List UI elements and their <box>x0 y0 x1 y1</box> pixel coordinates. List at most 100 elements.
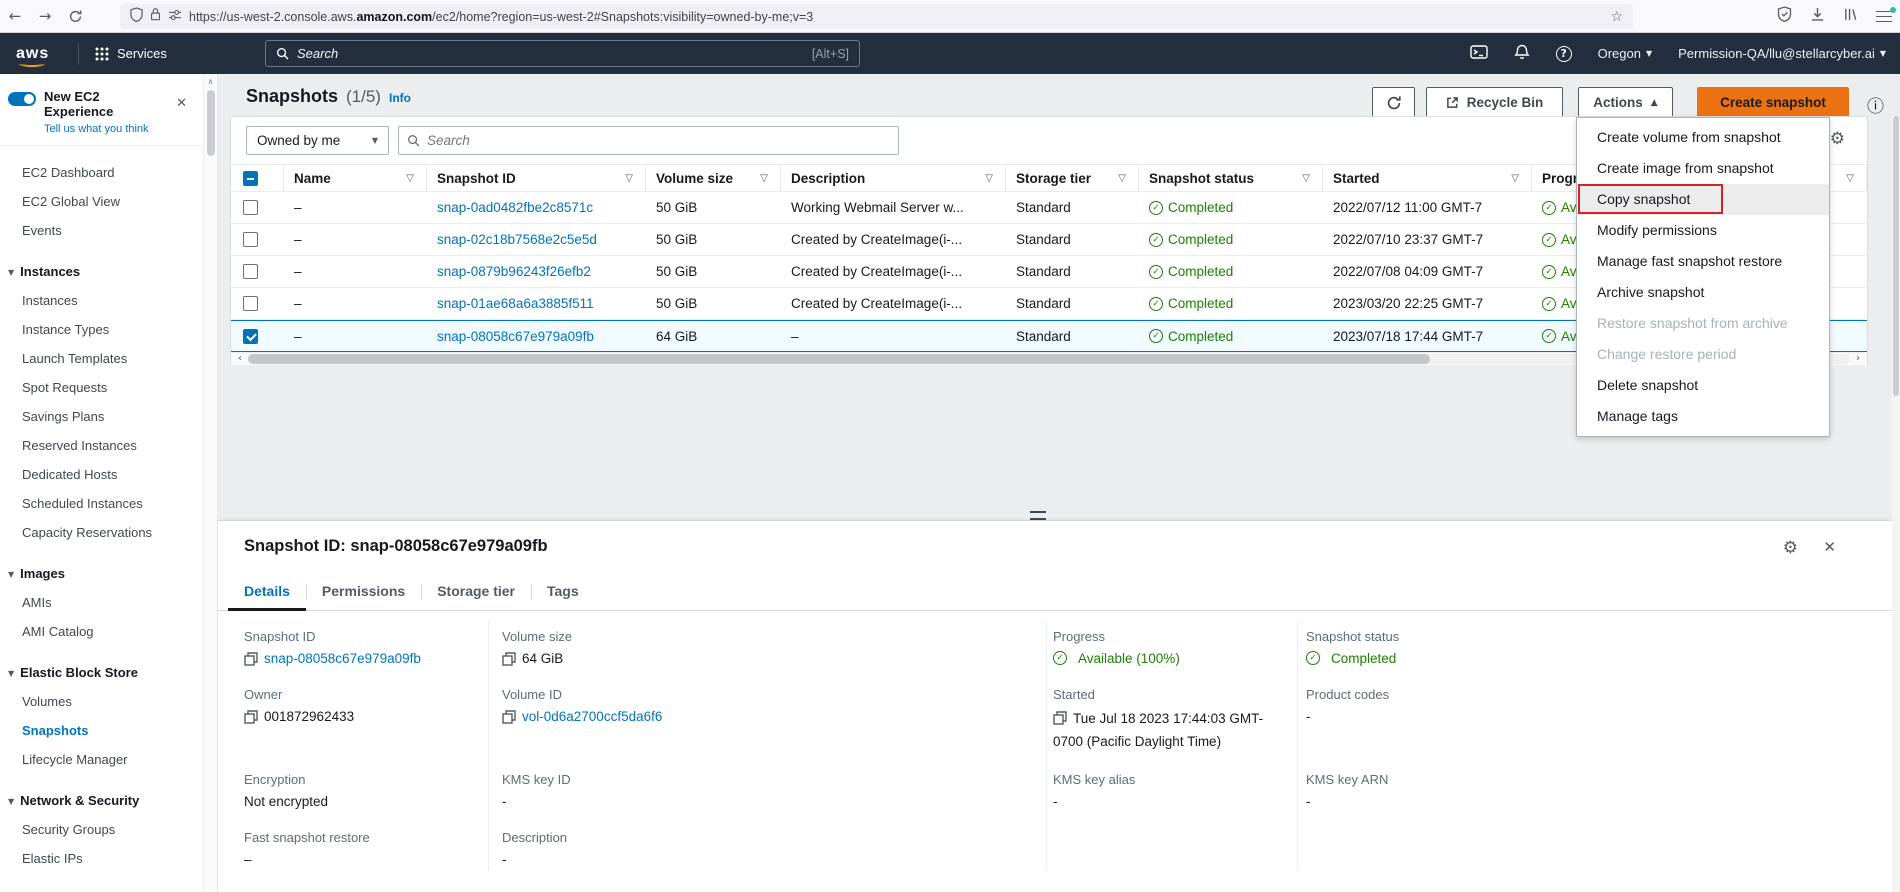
scrollbar-thumb[interactable] <box>248 354 1430 364</box>
volume-id-link[interactable]: vol-0d6a2700ccf5da6f6 <box>522 709 662 724</box>
help-icon[interactable]: ? <box>1556 46 1572 62</box>
scrollbar-thumb[interactable] <box>207 90 215 156</box>
sidebar-scrollbar[interactable]: ∧ <box>204 74 218 892</box>
sidebar-item-launch-templates[interactable]: Launch Templates <box>0 344 203 373</box>
sidebar-item-scheduled-instances[interactable]: Scheduled Instances <box>0 489 203 518</box>
snapshot-id-link[interactable]: snap-0ad0482fbe2c8571c <box>437 200 593 215</box>
snapshot-id-link[interactable]: snap-01ae68a6a3885f511 <box>437 296 594 311</box>
filter-icon[interactable]: ▽ <box>1846 173 1854 184</box>
menu-icon[interactable] <box>1876 11 1892 23</box>
snapshot-id-link[interactable]: snap-08058c67e979a09fb <box>264 651 421 666</box>
copy-icon[interactable] <box>502 710 516 727</box>
sidebar-item-elastic-ips[interactable]: Elastic IPs <box>0 844 203 873</box>
create-snapshot-button[interactable]: Create snapshot <box>1697 87 1849 118</box>
actions-button[interactable]: Actions ▲ <box>1578 87 1673 118</box>
region-selector[interactable]: Oregon▼ <box>1598 46 1653 61</box>
sidebar-item-amis[interactable]: AMIs <box>0 588 203 617</box>
sidebar-item-ami-catalog[interactable]: AMI Catalog <box>0 617 203 646</box>
sidebar-item-events[interactable]: Events <box>0 216 203 245</box>
menu-item-archive-snapshot[interactable]: Archive snapshot <box>1577 277 1829 308</box>
lock-icon[interactable] <box>150 7 161 26</box>
panel-close-icon[interactable]: ✕ <box>1823 538 1836 556</box>
info-icon[interactable]: ⓘ <box>1867 92 1884 117</box>
sidebar-item-instances[interactable]: Instances <box>0 286 203 315</box>
sidebar-section-images[interactable]: ▼Images <box>0 557 203 588</box>
recycle-bin-button[interactable]: Recycle Bin <box>1426 87 1563 118</box>
sidebar-section-network-security[interactable]: ▼Network & Security <box>0 784 203 815</box>
copy-icon[interactable] <box>1053 711 1067 732</box>
filter-icon[interactable]: ▽ <box>1511 173 1519 184</box>
filter-icon[interactable]: ▽ <box>1302 173 1310 184</box>
banner-feedback-link[interactable]: Tell us what you think <box>44 123 193 135</box>
sidebar-item-capacity-reservations[interactable]: Capacity Reservations <box>0 518 203 547</box>
url-text[interactable]: https://us-west-2.console.aws.amazon.com… <box>189 10 1603 24</box>
menu-item-modify-permissions[interactable]: Modify permissions <box>1577 215 1829 246</box>
row-checkbox[interactable] <box>243 232 258 247</box>
sidebar-item-snapshots[interactable]: Snapshots <box>0 716 203 745</box>
sidebar-item-lifecycle-manager[interactable]: Lifecycle Manager <box>0 745 203 774</box>
tab-permissions[interactable]: Permissions <box>306 574 421 610</box>
bookmark-star-icon[interactable]: ☆ <box>1610 9 1623 25</box>
tracking-shield-icon[interactable] <box>130 7 143 27</box>
sidebar-item-reserved-instances[interactable]: Reserved Instances <box>0 431 203 460</box>
menu-item-create-volume[interactable]: Create volume from snapshot <box>1577 122 1829 153</box>
panel-resize-handle[interactable] <box>1030 511 1046 520</box>
sidebar-item-instance-types[interactable]: Instance Types <box>0 315 203 344</box>
filter-icon[interactable]: ▽ <box>985 173 993 184</box>
panel-settings-gear-icon[interactable]: ⚙ <box>1783 538 1798 558</box>
close-icon[interactable]: ✕ <box>176 96 187 111</box>
menu-item-manage-fast-snapshot-restore[interactable]: Manage fast snapshot restore <box>1577 246 1829 277</box>
copy-icon[interactable] <box>244 652 258 669</box>
sidebar-item-volumes[interactable]: Volumes <box>0 687 203 716</box>
table-settings-gear-icon[interactable]: ⚙ <box>1830 129 1845 149</box>
table-search-input[interactable] <box>427 133 890 148</box>
scroll-right-icon[interactable]: › <box>1850 353 1866 365</box>
sidebar-item-spot-requests[interactable]: Spot Requests <box>0 373 203 402</box>
row-checkbox[interactable] <box>243 329 258 344</box>
notifications-bell-icon[interactable] <box>1514 44 1530 63</box>
sidebar-item-savings-plans[interactable]: Savings Plans <box>0 402 203 431</box>
snapshot-id-link[interactable]: snap-02c18b7568e2c5e5d <box>437 232 597 247</box>
sidebar-item-ec2-dashboard[interactable]: EC2 Dashboard <box>0 158 203 187</box>
row-checkbox[interactable] <box>243 200 258 215</box>
sidebar-section-instances[interactable]: ▼Instances <box>0 255 203 286</box>
back-icon[interactable]: ← <box>0 7 30 25</box>
services-menu[interactable]: Services <box>95 46 167 61</box>
filter-icon[interactable]: ▽ <box>406 173 414 184</box>
menu-item-delete-snapshot[interactable]: Delete snapshot <box>1577 370 1829 401</box>
account-menu[interactable]: Permission-QA/llu@stellarcyber.ai▼ <box>1678 46 1886 61</box>
copy-icon[interactable] <box>244 710 258 727</box>
library-icon[interactable] <box>1843 7 1858 27</box>
tab-tags[interactable]: Tags <box>531 574 595 610</box>
menu-item-create-image[interactable]: Create image from snapshot <box>1577 153 1829 184</box>
scrollbar-thumb[interactable] <box>1893 116 1899 396</box>
menu-item-copy-snapshot[interactable]: Copy snapshot <box>1577 184 1829 215</box>
row-checkbox[interactable] <box>243 264 258 279</box>
filter-icon[interactable]: ▽ <box>625 173 633 184</box>
scroll-left-icon[interactable]: ‹ <box>232 353 248 365</box>
permissions-icon[interactable] <box>168 8 182 26</box>
snapshot-id-link[interactable]: snap-08058c67e979a09fb <box>437 329 594 344</box>
table-search[interactable] <box>398 126 899 155</box>
sidebar-item-ec2-global-view[interactable]: EC2 Global View <box>0 187 203 216</box>
sidebar-item-security-groups[interactable]: Security Groups <box>0 815 203 844</box>
url-bar[interactable]: https://us-west-2.console.aws.amazon.com… <box>120 4 1633 29</box>
reload-icon[interactable] <box>60 8 90 25</box>
refresh-button[interactable] <box>1372 87 1415 118</box>
info-link[interactable]: Info <box>389 91 411 105</box>
menu-item-manage-tags[interactable]: Manage tags <box>1577 401 1829 432</box>
sidebar-item-dedicated-hosts[interactable]: Dedicated Hosts <box>0 460 203 489</box>
copy-icon[interactable] <box>502 652 516 669</box>
nav-search-input[interactable] <box>297 46 804 61</box>
forward-icon[interactable]: → <box>30 7 60 25</box>
snapshot-id-link[interactable]: snap-0879b96243f26efb2 <box>437 264 591 279</box>
aws-logo[interactable]: aws <box>16 45 56 63</box>
cloudshell-icon[interactable] <box>1470 44 1488 63</box>
page-scrollbar[interactable] <box>1892 116 1900 892</box>
ownership-filter-select[interactable]: Owned by me ▼ <box>246 126 389 155</box>
row-checkbox[interactable] <box>243 296 258 311</box>
shield-check-icon[interactable] <box>1777 6 1792 27</box>
filter-icon[interactable]: ▽ <box>760 173 768 184</box>
download-icon[interactable] <box>1810 7 1825 27</box>
new-experience-toggle[interactable] <box>8 92 36 106</box>
